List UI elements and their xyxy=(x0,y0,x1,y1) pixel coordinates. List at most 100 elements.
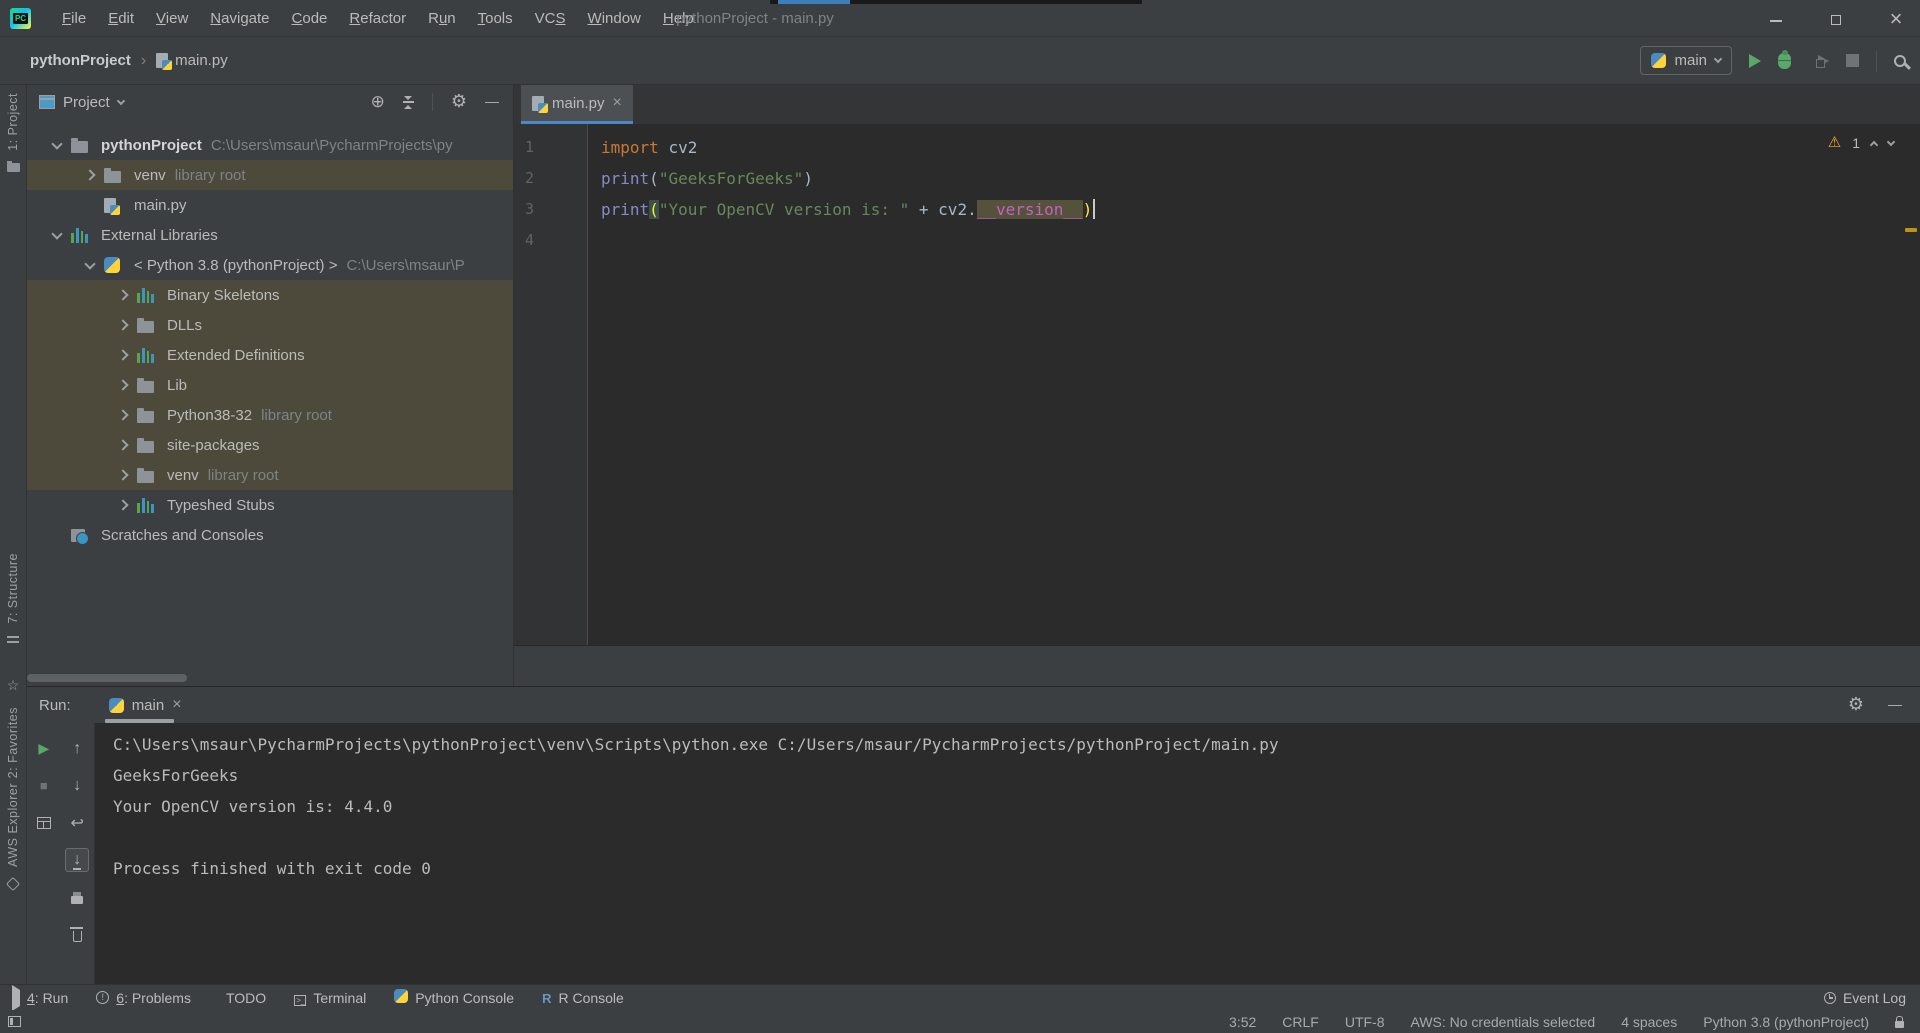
status-indent[interactable]: 4 spaces xyxy=(1621,1014,1677,1030)
restore-button[interactable] xyxy=(1826,9,1846,29)
tree-item-external-libraries[interactable]: External Libraries xyxy=(27,220,513,250)
chevron-right-icon[interactable] xyxy=(117,409,128,420)
chevron-right-icon[interactable] xyxy=(117,439,128,450)
chevron-right-icon[interactable] xyxy=(117,289,128,300)
tool-window-todo[interactable]: TODO xyxy=(219,990,266,1006)
line-number[interactable]: 3 xyxy=(514,194,587,225)
tool-window-terminal[interactable]: >_Terminal xyxy=(294,990,366,1006)
tree-item-typeshed-stubs[interactable]: Typeshed Stubs xyxy=(27,490,513,520)
search-everywhere-icon[interactable] xyxy=(1894,55,1906,67)
soft-wrap-button[interactable] xyxy=(65,811,89,835)
minimize-button[interactable] xyxy=(1766,9,1786,29)
run-button[interactable] xyxy=(1749,54,1761,68)
run-tab-main[interactable]: main xyxy=(101,687,190,723)
line-number[interactable]: 2 xyxy=(514,163,587,194)
status-encoding[interactable]: UTF-8 xyxy=(1345,1014,1385,1030)
code-area[interactable]: import cv2print("GeeksForGeeks")print("Y… xyxy=(588,124,1095,645)
tool-window-6-problems[interactable]: !6: Problems xyxy=(96,990,191,1006)
chevron-down-icon[interactable] xyxy=(84,258,95,269)
tree-item-site-packages[interactable]: site-packages xyxy=(27,430,513,460)
stop-button[interactable] xyxy=(1846,54,1859,67)
debug-button[interactable] xyxy=(1778,53,1791,69)
run-console-output[interactable]: C:\Users\msaur\PycharmProjects\pythonPro… xyxy=(95,723,1920,984)
chevron-right-icon[interactable] xyxy=(117,469,128,480)
menu-item-window[interactable]: Window xyxy=(577,10,652,27)
tree-item-venv[interactable]: venvlibrary root xyxy=(27,460,513,490)
tree-item-dlls[interactable]: DLLs xyxy=(27,310,513,340)
collapse-all-icon[interactable] xyxy=(403,96,414,109)
close-run-tab-icon[interactable] xyxy=(172,696,181,714)
sidebar-item-favorites[interactable]: 2: Favorites xyxy=(6,677,20,778)
status-interpreter[interactable]: Python 3.8 (pythonProject) xyxy=(1703,1014,1869,1030)
tree-item-binary-skeletons[interactable]: Binary Skeletons xyxy=(27,280,513,310)
sidebar-item-project[interactable]: 1: Project xyxy=(6,93,20,172)
next-warning-icon[interactable] xyxy=(1887,137,1895,145)
menu-item-code[interactable]: Code xyxy=(281,10,339,27)
clear-button[interactable] xyxy=(65,922,89,946)
tool-window-python-console[interactable]: Python Console xyxy=(394,989,514,1006)
breadcrumb-file[interactable]: main.py xyxy=(175,52,228,69)
status-line-ending[interactable]: CRLF xyxy=(1282,1014,1319,1030)
sidebar-item-aws-explorer[interactable]: AWS Explorer xyxy=(6,783,20,889)
gear-icon[interactable] xyxy=(451,92,467,112)
stop-button[interactable] xyxy=(32,774,56,798)
tab-main-py[interactable]: main.py xyxy=(521,85,633,124)
warning-stripe-mark[interactable] xyxy=(1905,228,1917,232)
chevron-down-icon[interactable] xyxy=(51,228,62,239)
hide-run-panel-icon[interactable] xyxy=(1888,696,1902,714)
close-tab-icon[interactable] xyxy=(613,94,622,112)
tree-item-python38-32[interactable]: Python38-32library root xyxy=(27,400,513,430)
up-stack-button[interactable] xyxy=(65,737,89,761)
line-number[interactable]: 4 xyxy=(514,225,587,256)
project-panel-title[interactable]: Project xyxy=(63,94,110,111)
tree-item-pythonproject[interactable]: pythonProjectC:\Users\msaur\PycharmProje… xyxy=(27,130,513,160)
line-number[interactable]: 1 xyxy=(514,132,587,163)
chevron-down-icon[interactable] xyxy=(116,96,124,104)
menu-item-vcs[interactable]: VCS xyxy=(524,10,577,27)
editor-area: main.py 1234 import cv2print("GeeksForGe… xyxy=(514,85,1920,686)
run-config-selector[interactable]: main xyxy=(1640,46,1732,75)
print-button[interactable] xyxy=(65,885,89,909)
menu-item-view[interactable]: View xyxy=(145,10,199,27)
scroll-to-end-button[interactable] xyxy=(65,848,89,872)
down-stack-button[interactable] xyxy=(65,774,89,798)
lock-icon[interactable] xyxy=(1895,1021,1904,1028)
restore-layout-button[interactable] xyxy=(32,811,56,835)
status-aws-credentials[interactable]: AWS: No credentials selected xyxy=(1411,1014,1596,1030)
editor-body[interactable]: 1234 import cv2print("GeeksForGeeks")pri… xyxy=(514,124,1920,645)
tool-window-toggle-icon[interactable] xyxy=(8,1016,21,1027)
menu-item-refactor[interactable]: Refactor xyxy=(338,10,417,27)
menu-item-navigate[interactable]: Navigate xyxy=(199,10,280,27)
sidebar-item-structure[interactable]: 7: Structure xyxy=(6,553,20,646)
chevron-right-icon[interactable] xyxy=(117,319,128,330)
chevron-right-icon[interactable] xyxy=(117,499,128,510)
menu-item-file[interactable]: File xyxy=(51,10,97,27)
menu-item-tools[interactable]: Tools xyxy=(467,10,524,27)
menu-item-run[interactable]: Run xyxy=(417,10,467,27)
tree-item-main-py[interactable]: main.py xyxy=(27,190,513,220)
tree-item-venv[interactable]: venvlibrary root xyxy=(27,160,513,190)
tree-item-scratches-and-consoles[interactable]: Scratches and Consoles xyxy=(27,520,513,550)
locate-file-icon[interactable] xyxy=(371,93,385,112)
chevron-down-icon[interactable] xyxy=(51,138,62,149)
tree-item-lib[interactable]: Lib xyxy=(27,370,513,400)
breadcrumb-project[interactable]: pythonProject xyxy=(30,52,131,69)
code-line: print("GeeksForGeeks") xyxy=(601,163,1095,194)
close-button[interactable] xyxy=(1886,9,1906,29)
coverage-button[interactable] xyxy=(1818,55,1829,67)
horizontal-scrollbar[interactable] xyxy=(27,674,187,682)
chevron-right-icon[interactable] xyxy=(84,169,95,180)
status-caret-position[interactable]: 3:52 xyxy=(1229,1014,1256,1030)
tool-window-event-log[interactable]: Event Log xyxy=(1824,990,1906,1006)
rerun-button[interactable] xyxy=(32,737,56,761)
hide-panel-icon[interactable] xyxy=(485,93,499,111)
tool-window-r-console[interactable]: R Console xyxy=(542,990,624,1006)
chevron-right-icon[interactable] xyxy=(117,349,128,360)
prev-warning-icon[interactable] xyxy=(1870,140,1878,148)
run-settings-gear-icon[interactable] xyxy=(1848,695,1864,715)
chevron-right-icon[interactable] xyxy=(117,379,128,390)
tool-window-4-run[interactable]: 4: Run xyxy=(12,990,68,1006)
menu-item-edit[interactable]: Edit xyxy=(97,10,145,27)
tree-item-python-3-8-pythonproject[interactable]: < Python 3.8 (pythonProject) >C:\Users\m… xyxy=(27,250,513,280)
tree-item-extended-definitions[interactable]: Extended Definitions xyxy=(27,340,513,370)
